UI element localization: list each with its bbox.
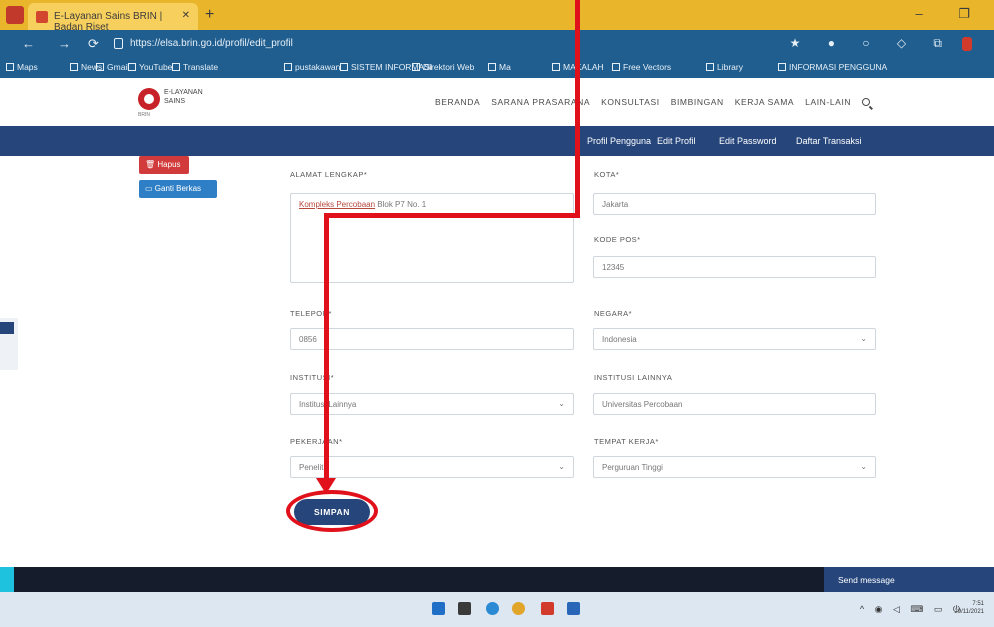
subnav-edit-password[interactable]: Edit Password [719,136,777,146]
alamat-label: ALAMAT LENGKAP* [290,170,368,179]
profile-subnav: Profil Pengguna Edit Profil Edit Passwor… [0,126,994,156]
nav-lain-lain[interactable]: LAIN-LAIN [805,97,851,107]
bookmark-icon [128,63,136,71]
bookmark-icon [412,63,420,71]
annotation-arrow-segment [324,213,580,218]
bookmark-icon [612,63,620,71]
kodepos-input[interactable]: 12345 [593,256,876,278]
bookmark-icon [340,63,348,71]
back-icon[interactable]: ← [22,36,35,51]
subnav-daftar-transaksi[interactable]: Daftar Transaksi [796,136,862,146]
lock-icon [114,38,123,49]
bookmark-item[interactable]: YouTube [128,62,172,72]
logo-mark-icon [138,88,160,110]
pekerjaan-label: PEKERJAAN* [290,437,343,446]
browser-menu-icon[interactable] [6,6,24,24]
bookmark-icon [552,63,560,71]
system-clock[interactable]: 7:51 29/11/2021 [954,600,984,616]
logo-org: BRIN [138,112,150,118]
forward-icon[interactable]: → [58,36,71,51]
extension-red-icon[interactable] [962,37,972,51]
change-photo-button[interactable]: ▭ Ganti Berkas [139,180,217,198]
bookmark-icon [284,63,292,71]
edge-icon[interactable] [486,602,499,615]
send-message-button[interactable]: Send message [824,567,994,592]
negara-label: NEGARA* [594,309,633,318]
widget-tab [0,322,14,334]
annotation-arrow-segment [324,213,329,483]
bookmark-item[interactable]: Maps [6,62,38,72]
kodepos-label: KODE POS* [594,235,641,244]
bookmark-icon [70,63,78,71]
file-explorer-icon[interactable] [567,602,580,615]
window-controls[interactable]: – ❐ [916,6,987,22]
app-red-icon[interactable] [541,602,554,615]
alamat-highlight: Kompleks Percobaan [299,200,376,209]
annotation-highlight-ring [286,490,378,532]
pekerjaan-select[interactable]: Peneliti ⌄ [290,456,574,478]
bookmark-icon [6,63,14,71]
bookmark-icon [172,63,180,71]
main-nav: BERANDA SARANA PRASARANA KONSULTASI BIMB… [435,97,878,107]
task-view-icon[interactable] [458,602,471,615]
extension-icons[interactable]: ★ ● ○ ◇ ⧉ [790,36,954,51]
logo-title: E-LAYANAN [164,89,203,96]
chrome-icon[interactable] [512,602,525,615]
floating-side-widget[interactable] [0,318,18,370]
chevron-down-icon: ⌄ [860,462,867,471]
tab-favicon-icon [36,11,48,23]
nav-kerja-sama[interactable]: KERJA SAMA [735,97,794,107]
tempat-kerja-select[interactable]: Perguruan Tinggi ⌄ [593,456,876,478]
chevron-down-icon: ⌄ [860,334,867,343]
negara-select[interactable]: Indonesia ⌄ [593,328,876,350]
bookmark-item[interactable]: Free Vectors [612,62,671,72]
system-tray[interactable]: ^ ◉ ◁ ⌨ ▭ ⏻ [860,604,964,615]
chevron-down-icon: ⌄ [558,399,565,408]
start-icon[interactable] [432,602,445,615]
bookmark-item[interactable]: INFORMASI PENGGUNA [778,62,887,72]
site-logo[interactable]: E-LAYANAN SAINS BRIN [138,86,228,120]
subnav-edit-profil[interactable]: Edit Profil [657,136,696,146]
bookmark-item[interactable]: Library [706,62,743,72]
institusi-lain-label: INSTITUSI LAINNYA [594,373,673,382]
nav-bimbingan[interactable]: BIMBINGAN [671,97,724,107]
institusi-select[interactable]: Institusi Lainnya ⌄ [290,393,574,415]
bookmark-icon [488,63,496,71]
browser-tabbar: E-Layanan Sains BRIN | Badan Riset ✕ + –… [0,0,994,33]
delete-photo-button[interactable]: 🗑 Hapus [139,156,189,174]
alamat-value: Blok P7 No. 1 [375,200,427,209]
site-header: E-LAYANAN SAINS BRIN BERANDA SARANA PRAS… [0,78,994,126]
url-field[interactable]: https://elsa.brin.go.id/profil/edit_prof… [110,35,790,53]
search-icon[interactable] [862,98,871,106]
bookmarks-bar: Maps News Gmail YouTube Translate pustakawan S… [0,58,994,78]
bookmark-item[interactable]: pustakawan [284,62,340,72]
telepon-input[interactable]: 0856 [290,328,574,350]
address-bar: ← → ⟳ https://elsa.brin.go.id/profil/edi… [0,30,994,58]
institusi-lain-input[interactable]: Universitas Percobaan [593,393,876,415]
nav-konsultasi[interactable]: KONSULTASI [601,97,660,107]
tempat-kerja-label: TEMPAT KERJA* [594,437,659,446]
alamat-textarea[interactable]: Kompleks Percobaan Blok P7 No. 1 [290,193,574,283]
kota-label: KOTA* [594,170,620,179]
bookmark-icon [96,63,104,71]
bookmark-icon [706,63,714,71]
refresh-icon[interactable]: ⟳ [88,36,99,52]
bookmark-item[interactable]: Direktori Web [412,62,474,72]
annotation-arrow-segment [575,0,580,218]
browser-tab[interactable]: E-Layanan Sains BRIN | Badan Riset ✕ [28,3,198,33]
tab-close-icon[interactable]: ✕ [182,10,190,21]
chevron-down-icon: ⌄ [558,462,565,471]
bookmark-item[interactable]: Translate [172,62,218,72]
logo-subtitle: SAINS [164,98,186,105]
bookmark-item[interactable]: Gmail [96,62,129,72]
new-tab-icon[interactable]: + [205,6,214,24]
kota-input[interactable]: Jakarta [593,193,876,215]
subnav-profil-pengguna[interactable]: Profil Pengguna [587,136,651,146]
nav-beranda[interactable]: BERANDA [435,97,480,107]
bookmark-item[interactable]: Ma [488,62,511,72]
windows-taskbar: ^ ◉ ◁ ⌨ ▭ ⏻ 7:51 29/11/2021 [0,592,994,627]
url-text: https://elsa.brin.go.id/profil/edit_prof… [130,38,293,49]
bookmark-icon [778,63,786,71]
